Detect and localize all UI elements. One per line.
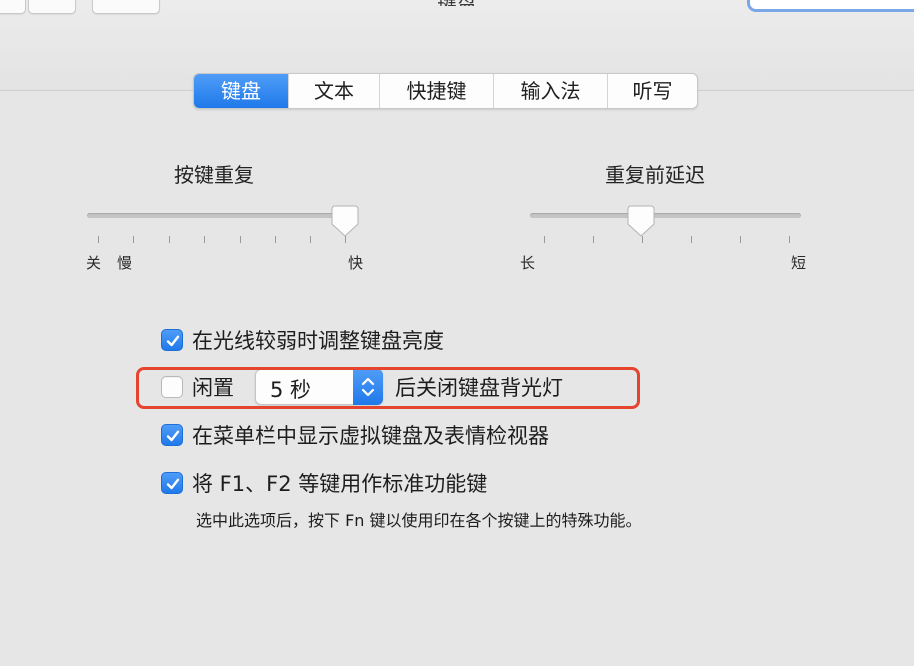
delay-label-short: 短 [791, 254, 807, 272]
search-icon: Q [778, 0, 789, 1]
show-viewer-label[interactable]: 在菜单栏中显示虚拟键盘及表情检视器 [192, 420, 549, 450]
key-repeat-tick [133, 236, 134, 243]
delay-tick [740, 236, 741, 243]
key-repeat-tick [345, 236, 346, 243]
checkmark-icon [166, 335, 180, 347]
forward-button[interactable] [28, 0, 76, 14]
key-repeat-tick [98, 236, 99, 243]
fn-keys-checkbox[interactable] [161, 472, 183, 494]
tab-keyboard[interactable]: 键盘 [194, 74, 288, 108]
annotation-highlight-box [136, 367, 640, 409]
adjust-brightness-checkbox[interactable] [161, 329, 183, 351]
key-repeat-tick [204, 236, 205, 243]
fn-keys-description: 选中此选项后，按下 Fn 键以使用印在各个按键上的特殊功能。 [196, 511, 642, 530]
delay-until-repeat-title: 重复前延迟 [605, 163, 705, 187]
key-repeat-track[interactable] [87, 213, 357, 218]
show-viewer-checkbox[interactable] [161, 424, 183, 446]
tab-bar: 键盘 文本 快捷键 输入法 听写 [193, 73, 698, 109]
checkmark-icon [166, 478, 180, 490]
key-repeat-tick [169, 236, 170, 243]
back-button[interactable] [0, 0, 26, 14]
window-title: 键盘 [402, 0, 512, 6]
key-repeat-thumb[interactable] [331, 205, 359, 237]
tab-text[interactable]: 文本 [288, 74, 379, 108]
tab-input-sources[interactable]: 输入法 [493, 74, 607, 108]
key-repeat-tick [310, 236, 311, 243]
delay-label-long: 长 [520, 254, 536, 272]
search-field[interactable]: Q [747, 0, 914, 12]
key-repeat-title: 按键重复 [174, 163, 254, 187]
key-repeat-label-fast: 快 [348, 254, 364, 272]
delay-tick [789, 236, 790, 243]
delay-tick [691, 236, 692, 243]
adjust-brightness-label[interactable]: 在光线较弱时调整键盘亮度 [192, 325, 444, 355]
key-repeat-label-slow: 慢 [117, 254, 133, 272]
fn-keys-label[interactable]: 将 F1、F2 等键用作标准功能键 [192, 468, 487, 498]
delay-until-repeat-thumb[interactable] [627, 205, 655, 237]
delay-tick [642, 236, 643, 243]
delay-tick [544, 236, 545, 243]
key-repeat-label-off: 关 [86, 254, 102, 272]
key-repeat-tick [240, 236, 241, 243]
delay-until-repeat-track[interactable] [530, 213, 801, 218]
tab-shortcuts[interactable]: 快捷键 [379, 74, 493, 108]
key-repeat-tick [275, 236, 276, 243]
delay-tick [593, 236, 594, 243]
tab-dictation[interactable]: 听写 [607, 74, 697, 108]
checkmark-icon [166, 430, 180, 442]
show-all-button[interactable] [92, 0, 160, 14]
